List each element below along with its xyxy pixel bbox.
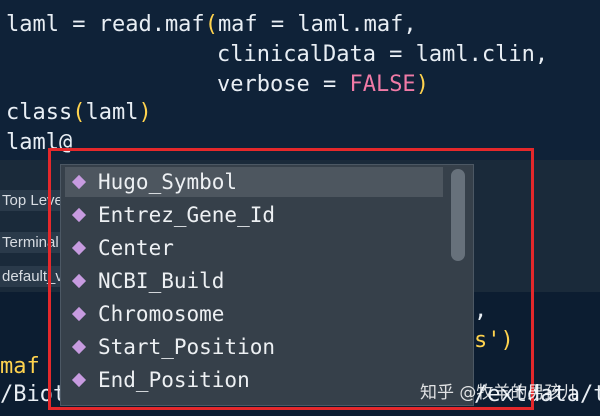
watermark: 知乎 @牧羊的男孩儿 — [420, 383, 579, 403]
autocomplete-label: End_Position — [98, 368, 250, 392]
autocomplete-label: Start_Position — [98, 335, 276, 359]
paren: ( — [72, 100, 86, 125]
tab-default[interactable]: default_v — [0, 266, 69, 287]
autocomplete-item[interactable]: Center — [65, 233, 443, 263]
autocomplete-item[interactable]: Hugo_Symbol — [65, 167, 443, 197]
paren: ) — [138, 100, 152, 125]
code-line-3: verbose = FALSE) — [217, 70, 429, 100]
field-icon — [71, 273, 87, 289]
popup-scrollbar[interactable] — [451, 169, 465, 261]
code-text: maf = laml.maf, — [217, 12, 417, 37]
tab-terminal[interactable]: Terminal — [0, 232, 65, 253]
code-line-4: class(laml) — [6, 98, 152, 128]
autocomplete-item[interactable]: NCBI_Build — [65, 266, 443, 296]
autocomplete-label: Hugo_Symbol — [98, 170, 238, 194]
console-text: maf — [0, 354, 40, 379]
code-text: verbose = — [217, 72, 350, 97]
paren: ( — [204, 12, 218, 37]
autocomplete-popup[interactable]: Hugo_Symbol Entrez_Gene_Id Center NCBI_B… — [60, 164, 474, 406]
code-text: laml = read.maf — [6, 12, 205, 37]
autocomplete-item[interactable]: Entrez_Gene_Id — [65, 200, 443, 230]
autocomplete-item[interactable]: Chromosome — [65, 299, 443, 329]
code-line-5: laml@ — [6, 130, 73, 155]
field-icon — [71, 174, 87, 190]
field-icon — [71, 240, 87, 256]
field-icon — [71, 306, 87, 322]
autocomplete-label: Entrez_Gene_Id — [98, 203, 276, 227]
code-text: class — [6, 100, 73, 125]
autocomplete-label: NCBI_Build — [98, 269, 225, 293]
code-line-1: laml = read.maf(maf = laml.maf, — [6, 10, 417, 40]
field-icon — [71, 339, 87, 355]
tab-top-level[interactable]: Top Leve — [0, 190, 69, 211]
autocomplete-label: Center — [98, 236, 174, 260]
false-keyword: FALSE — [349, 72, 416, 97]
code-line-2: clinicalData = laml.clin, — [217, 42, 549, 67]
autocomplete-item[interactable]: End_Position — [65, 365, 443, 395]
autocomplete-item[interactable]: Start_Position — [65, 332, 443, 362]
console-text: , — [474, 298, 488, 323]
field-icon — [71, 207, 87, 223]
code-editor[interactable]: laml = read.maf(maf = laml.maf, clinical… — [0, 0, 600, 160]
console-text: s') — [474, 328, 514, 353]
autocomplete-label: Chromosome — [98, 302, 225, 326]
paren: ) — [415, 72, 429, 97]
field-icon — [71, 372, 87, 388]
code-text: laml — [85, 100, 139, 125]
